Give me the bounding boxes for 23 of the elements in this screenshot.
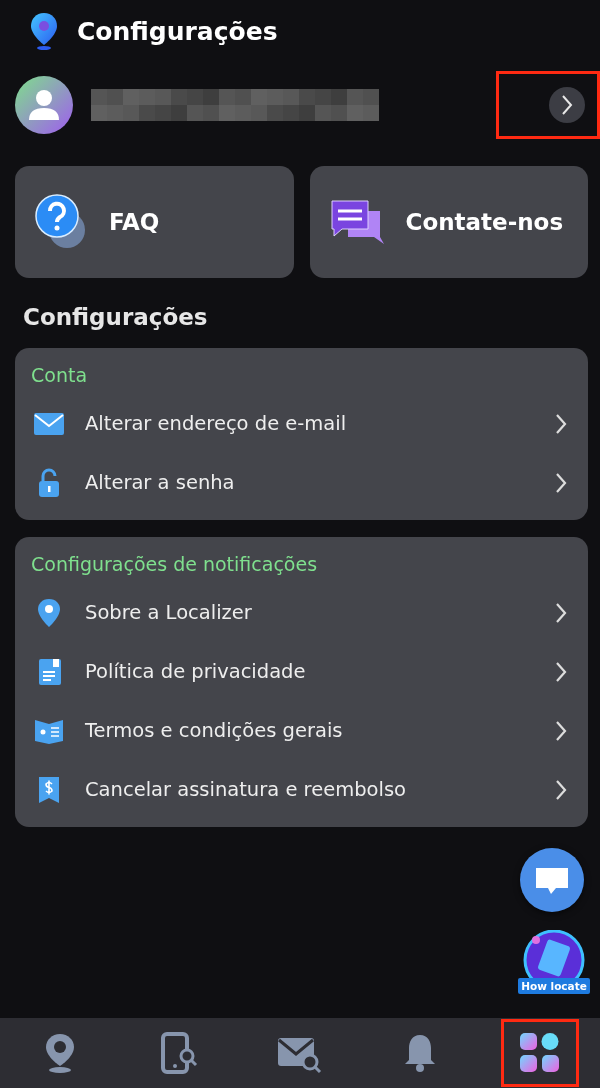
quick-action-button[interactable]: FAQ <box>15 166 294 278</box>
map-pin-icon <box>29 12 59 50</box>
settings-row[interactable]: Alterar a senha <box>31 453 572 512</box>
envelope-icon <box>33 411 65 436</box>
section-heading: Configurações <box>23 304 209 330</box>
page-title: Configurações <box>77 16 278 46</box>
chevron-right-icon <box>560 93 574 117</box>
settings-row[interactable]: Cancelar assinatura e reembolso <box>31 760 572 819</box>
group-title: Conta <box>31 364 89 386</box>
settings-row[interactable]: Política de privacidade <box>31 642 572 701</box>
app-grid-icon <box>518 1031 562 1075</box>
quick-action-button[interactable]: Contate-nos <box>309 166 588 278</box>
chat-bubbles-icon <box>329 199 384 245</box>
map-pin-icon <box>43 1032 77 1074</box>
profile-chevron-button[interactable] <box>549 87 585 123</box>
nav-tab[interactable] <box>501 1019 579 1087</box>
question-bubble-icon <box>35 194 87 250</box>
avatar-icon <box>15 76 73 134</box>
group-title: Configurações de notificações <box>31 553 319 575</box>
settings-row[interactable]: Termos e condições gerais <box>31 701 572 760</box>
how-locate-badge[interactable]: How locate <box>518 930 590 998</box>
settings-row[interactable]: Alterar endereço de e-mail <box>31 394 572 453</box>
settings-row[interactable]: Sobre a Localizer <box>31 583 572 642</box>
